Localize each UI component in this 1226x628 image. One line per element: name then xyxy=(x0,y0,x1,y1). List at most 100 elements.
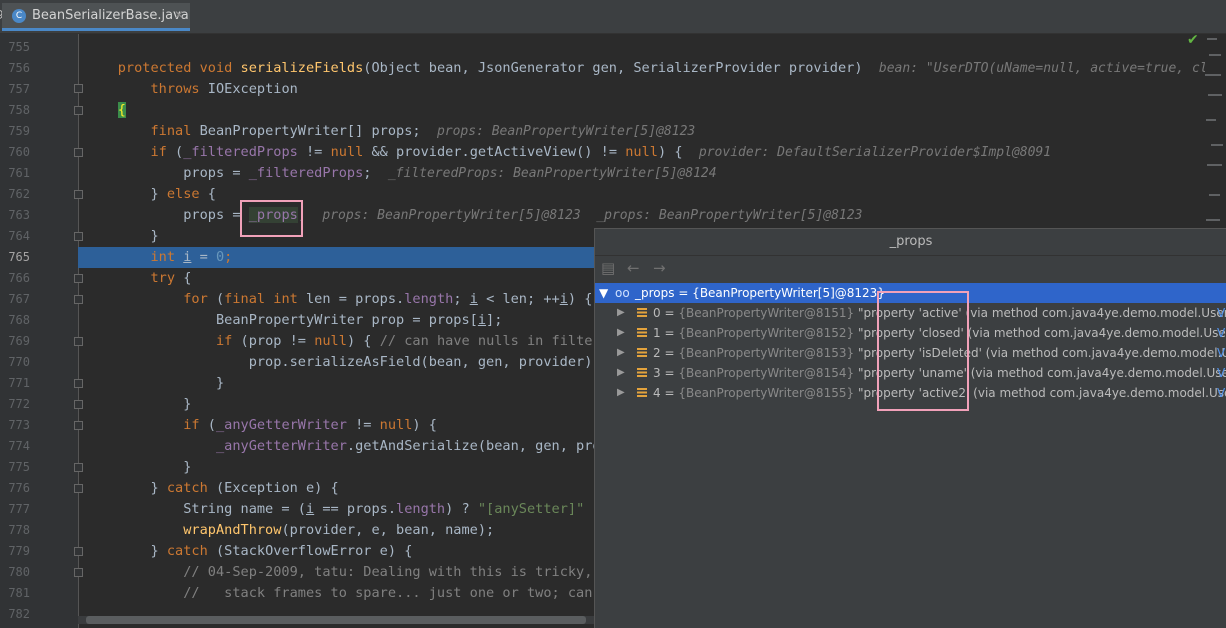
code-text: BeanPropertyWriter[] props; xyxy=(199,123,437,139)
line-number[interactable]: 777 xyxy=(0,499,30,520)
expand-icon[interactable]: ▶ xyxy=(617,363,625,383)
line-number[interactable]: 769 xyxy=(0,331,30,352)
code-line-758[interactable]: { xyxy=(85,100,1205,121)
code-text: (prop != xyxy=(240,333,315,349)
code-line-779[interactable]: } catch (StackOverflowError e) { xyxy=(85,541,594,562)
code-line-757[interactable]: throws IOException xyxy=(85,79,1205,100)
item-ref: {BeanPropertyWriter@8154} xyxy=(678,366,855,380)
code-line-769[interactable]: if (prop != null) { // can have nulls in… xyxy=(85,331,594,352)
fold-marker[interactable] xyxy=(74,337,83,346)
code-line-774[interactable]: _anyGetterWriter.getAndSerialize(bean, g… xyxy=(85,436,594,457)
code-line-768[interactable]: BeanPropertyWriter prop = props[i]; xyxy=(85,310,594,331)
code-line-775[interactable]: } xyxy=(85,457,594,478)
code-line-765[interactable]: int i = 0; xyxy=(85,247,594,268)
forward-arrow-icon[interactable]: → xyxy=(653,259,666,277)
fold-marker[interactable] xyxy=(74,400,83,409)
code-text: (StackOverflowError e) { xyxy=(215,543,413,559)
line-number[interactable]: 757 xyxy=(0,79,30,100)
view-link[interactable]: Vi xyxy=(1217,323,1226,343)
back-arrow-icon[interactable]: ← xyxy=(627,259,640,277)
view-link[interactable]: Vi xyxy=(1217,363,1226,383)
line-number[interactable]: 765 xyxy=(0,247,30,268)
view-link[interactable]: Vi xyxy=(1217,343,1226,363)
fold-marker[interactable] xyxy=(74,295,83,304)
code-line-778[interactable]: wrapAndThrow(provider, e, bean, name); xyxy=(85,520,594,541)
line-number[interactable]: 773 xyxy=(0,415,30,436)
fold-marker[interactable] xyxy=(74,421,83,430)
keyword: else xyxy=(166,186,200,202)
keyword: null xyxy=(314,333,347,349)
code-line-770[interactable]: prop.serializeAsField(bean, gen, provide… xyxy=(85,352,594,373)
line-number[interactable]: 762 xyxy=(0,184,30,205)
line-number[interactable]: 775 xyxy=(0,457,30,478)
line-number[interactable]: 758 xyxy=(0,100,30,121)
horizontal-scrollbar[interactable] xyxy=(78,616,594,624)
code-line-780[interactable]: // 04-Sep-2009, tatu: Dealing with this … xyxy=(85,562,594,583)
fold-marker[interactable] xyxy=(74,484,83,493)
code-text: (provider, e, bean, name); xyxy=(281,522,495,538)
fold-marker[interactable] xyxy=(74,84,83,93)
fold-marker[interactable] xyxy=(74,232,83,241)
collapse-icon[interactable]: ▼ xyxy=(599,283,608,303)
code-line-781[interactable]: // stack frames to spare... just one or … xyxy=(85,583,594,604)
code-line-766[interactable]: try { xyxy=(85,268,594,289)
code-line-761[interactable]: props = _filteredProps; _filteredProps: … xyxy=(85,163,1205,184)
fold-marker[interactable] xyxy=(74,463,83,472)
expand-icon[interactable]: ▶ xyxy=(617,303,625,323)
expand-icon[interactable]: ▶ xyxy=(617,323,625,343)
code-line-777[interactable]: String name = (i == props.length) ? "[an… xyxy=(85,499,594,520)
code-text: } xyxy=(150,186,167,202)
line-number[interactable]: 760 xyxy=(0,142,30,163)
line-number[interactable]: 763 xyxy=(0,205,30,226)
expand-icon[interactable]: ▶ xyxy=(617,343,625,363)
fold-marker[interactable] xyxy=(74,547,83,556)
view-link[interactable]: Vi xyxy=(1217,383,1226,403)
fold-marker[interactable] xyxy=(74,568,83,577)
code-text: (Object bean, JsonGenerator gen, Seriali… xyxy=(363,60,879,76)
line-number[interactable]: 759 xyxy=(0,121,30,142)
line-number[interactable]: 776 xyxy=(0,478,30,499)
line-number[interactable]: 768 xyxy=(0,310,30,331)
keyword: void xyxy=(199,60,241,76)
expand-icon[interactable]: ▶ xyxy=(617,383,625,403)
fold-marker[interactable] xyxy=(74,274,83,283)
field-icon xyxy=(637,308,647,317)
line-number[interactable]: 781 xyxy=(0,583,30,604)
inspection-ok-icon[interactable]: ✔ xyxy=(1187,32,1199,48)
code-line-756[interactable]: protected void serializeFields(Object be… xyxy=(85,58,1205,79)
close-tab-icon[interactable]: ✕ xyxy=(174,8,184,22)
code-line-776[interactable]: } catch (Exception e) { xyxy=(85,478,594,499)
line-number[interactable]: 766 xyxy=(0,268,30,289)
scrollbar-thumb[interactable] xyxy=(86,616,586,624)
line-number[interactable]: 772 xyxy=(0,394,30,415)
line-number[interactable]: 780 xyxy=(0,562,30,583)
code-line-772[interactable]: } xyxy=(85,394,594,415)
comment: // stack frames to spare... just one or … xyxy=(183,585,594,601)
line-number[interactable]: 771 xyxy=(0,373,30,394)
code-line-767[interactable]: for (final int len = props.length; i < l… xyxy=(85,289,594,310)
line-number[interactable]: 782 xyxy=(0,604,30,625)
tab-beanserializerbase[interactable]: C BeanSerializerBase.java ✕ xyxy=(2,3,190,31)
line-number[interactable]: 767 xyxy=(0,289,30,310)
line-number[interactable]: 779 xyxy=(0,541,30,562)
line-number[interactable]: 778 xyxy=(0,520,30,541)
line-number[interactable]: 755 xyxy=(0,37,30,58)
line-number[interactable]: 756 xyxy=(0,58,30,79)
line-number[interactable]: 761 xyxy=(0,163,30,184)
fold-marker[interactable] xyxy=(74,148,83,157)
fold-marker[interactable] xyxy=(74,106,83,115)
view-link[interactable]: Vi xyxy=(1217,303,1226,323)
debug-value-popup[interactable]: _props ▤ ← → ▼ oo _props = {BeanProperty… xyxy=(594,228,1226,628)
code-line-760[interactable]: if (_filteredProps != null && provider.g… xyxy=(85,142,1205,163)
fold-marker[interactable] xyxy=(74,379,83,388)
error-stripe[interactable] xyxy=(1203,34,1226,234)
line-number[interactable]: 770 xyxy=(0,352,30,373)
line-number[interactable]: 764 xyxy=(0,226,30,247)
code-line-771[interactable]: } xyxy=(85,373,594,394)
code-text: ; xyxy=(453,291,470,307)
code-line-773[interactable]: if (_anyGetterWriter != null) { xyxy=(85,415,594,436)
folder-icon[interactable]: ▤ xyxy=(601,259,615,277)
fold-marker[interactable] xyxy=(74,190,83,199)
code-line-759[interactable]: final BeanPropertyWriter[] props; props:… xyxy=(85,121,1205,142)
line-number[interactable]: 774 xyxy=(0,436,30,457)
